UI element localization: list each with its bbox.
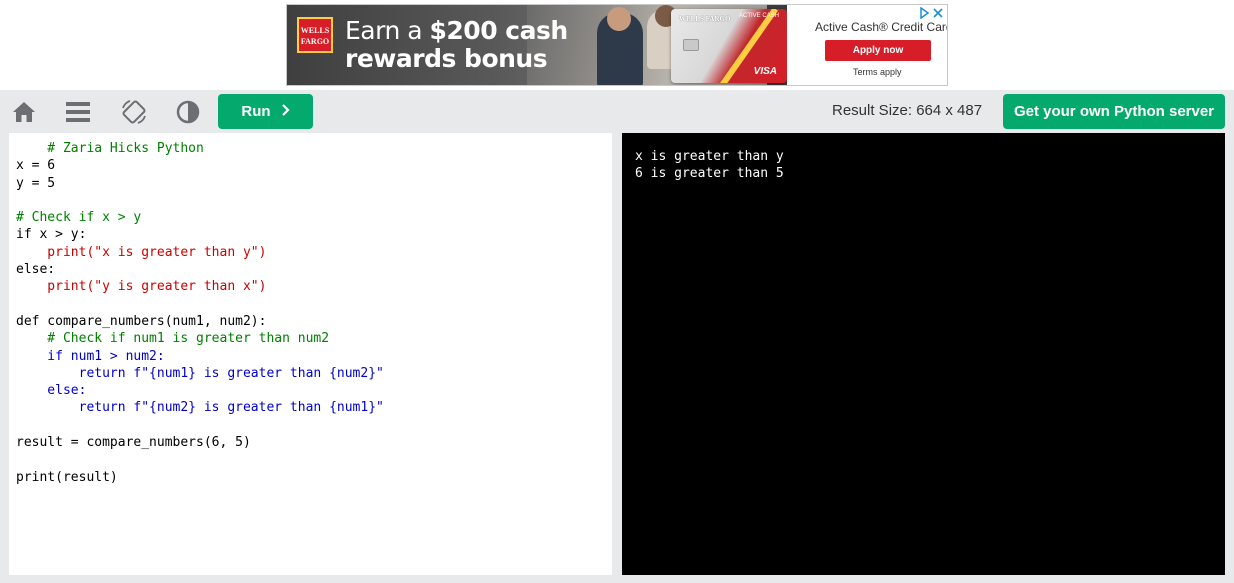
card-network: VISA [753, 66, 777, 77]
code-line: print("y is greater than x") [16, 279, 267, 295]
contrast-icon[interactable] [175, 99, 201, 125]
terms-link[interactable]: Terms apply [853, 67, 902, 77]
output-content: x is greater than y 6 is greater than 5 [635, 148, 784, 183]
card-brand: WELLS FARGO [679, 15, 731, 23]
ad-banner[interactable]: WELLS FARGO Earn a $200 cash rewards bon… [286, 4, 948, 86]
code-line: else: [16, 383, 87, 399]
result-size-label: Result Size: 664 x 487 [832, 102, 983, 119]
code-line: result = compare_numbers(6, 5) [16, 435, 251, 451]
ad-product-name: Active Cash® Credit Card [815, 20, 948, 34]
code-line: return f"{num1} is greater than {num2}" [16, 365, 384, 381]
code-line: if x > y: [16, 227, 87, 243]
code-line: x = 6 [16, 158, 56, 174]
home-icon[interactable] [11, 99, 37, 125]
wells-fargo-logo: WELLS FARGO [297, 17, 333, 53]
ad-headline-amount: $200 cash [429, 16, 569, 45]
credit-card-image: WELLS FARGO ACTIVE CASH VISA [671, 9, 787, 83]
apply-now-button[interactable]: Apply now [825, 40, 931, 61]
ad-person-head [607, 7, 631, 31]
ad-headline-line2: rewards bonus [345, 44, 548, 73]
code-line: # Check if x > y [16, 210, 142, 226]
code-line: # Check if num1 is greater than num2 [16, 331, 330, 347]
card-active-label: ACTIVE CASH [738, 13, 779, 19]
ad-cta-panel: Active Cash® Credit Card Apply now Terms… [787, 5, 948, 85]
code-line: if num1 > num2: [16, 348, 165, 364]
output-line: 6 is greater than 5 [635, 166, 784, 182]
run-button[interactable]: Run [218, 94, 313, 129]
result-output: x is greater than y 6 is greater than 5 [622, 133, 1225, 575]
code-line: print(result) [16, 469, 118, 485]
rotate-icon[interactable] [120, 98, 146, 124]
ad-headline: Earn a $200 cash rewards bonus [345, 17, 568, 73]
code-line: def compare_numbers(num1, num2): [16, 313, 267, 329]
ad-headline-prefix: Earn a [345, 16, 430, 45]
code-editor[interactable]: # Zaria Hicks Python x = 6 y = 5 # Check… [9, 133, 612, 575]
get-python-server-button[interactable]: Get your own Python server [1003, 94, 1225, 129]
card-chip [683, 39, 699, 51]
code-line: else: [16, 262, 56, 278]
code-line: print("x is greater than y") [16, 244, 267, 260]
code-content[interactable]: # Zaria Hicks Python x = 6 y = 5 # Check… [16, 140, 384, 486]
code-line: y = 5 [16, 175, 56, 191]
output-line: x is greater than y [635, 149, 784, 164]
code-line: # Zaria Hicks Python [16, 141, 204, 156]
run-label: Run [241, 103, 271, 120]
code-line: return f"{num2} is greater than {num1}" [16, 400, 384, 416]
menu-icon[interactable] [65, 99, 91, 125]
chevron-right-icon [281, 103, 290, 121]
